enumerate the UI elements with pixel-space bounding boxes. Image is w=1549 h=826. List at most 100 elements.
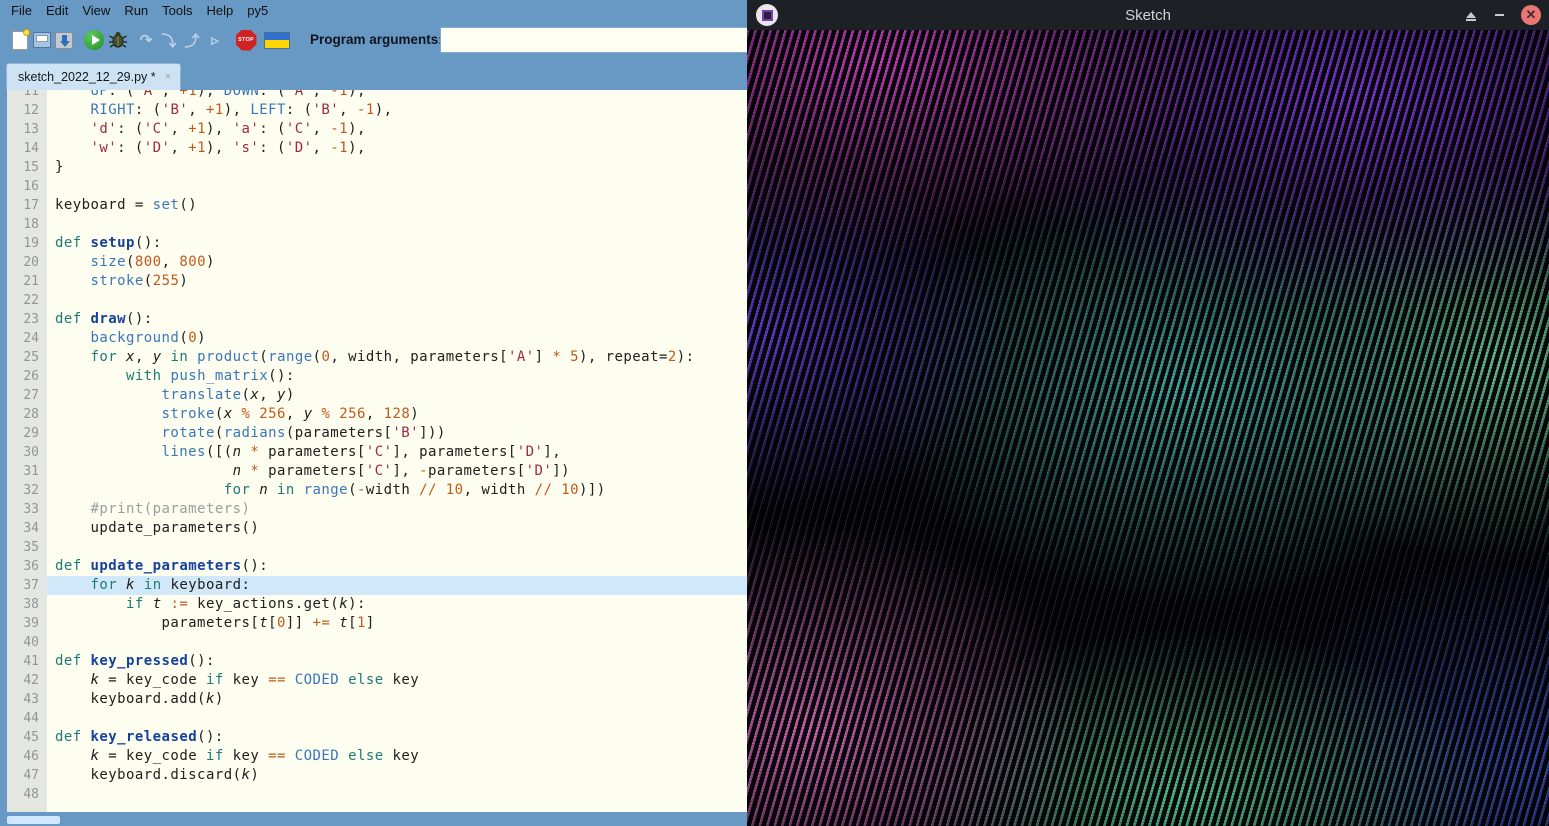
- code-line-12[interactable]: 12 RIGHT: ('B', +1), LEFT: ('B', -1),: [7, 101, 747, 120]
- code-line-text: background(0): [90, 330, 206, 346]
- code-line-29[interactable]: 29 rotate(radians(parameters['B'])): [7, 424, 747, 443]
- line-number: 17: [23, 198, 39, 213]
- line-number: 31: [23, 464, 39, 479]
- code-line-text: #print(parameters): [90, 501, 251, 517]
- sketch-canvas[interactable]: [747, 30, 1549, 826]
- minimize-button[interactable]: [1489, 5, 1509, 25]
- code-line-text: stroke(x % 256, y % 256, 128): [161, 406, 420, 422]
- code-line-24[interactable]: 24 background(0): [7, 329, 747, 348]
- line-number: 30: [23, 445, 39, 460]
- code-line-17[interactable]: 17 keyboard = set(): [7, 196, 747, 215]
- horizontal-scrollbar-thumb[interactable]: [7, 816, 60, 824]
- menu-run[interactable]: Run: [117, 1, 155, 20]
- step-into-button[interactable]: ⤵: [157, 28, 181, 52]
- line-number: 22: [23, 293, 39, 308]
- menu-edit[interactable]: Edit: [39, 1, 75, 20]
- code-line-14[interactable]: 14 'w': ('D', +1), 's': ('D', -1),: [7, 139, 747, 158]
- code-line-25[interactable]: 25 for x, y in product(range(0, width, p…: [7, 348, 747, 367]
- code-line-34[interactable]: 34 update_parameters(): [7, 519, 747, 538]
- code-line-26[interactable]: 26 with push_matrix():: [7, 367, 747, 386]
- code-line-39[interactable]: 39 parameters[t[0]] += t[1]: [7, 614, 747, 633]
- roll-up-button[interactable]: [1461, 5, 1481, 25]
- code-line-45[interactable]: 45 def key_released():: [7, 728, 747, 747]
- code-line-20[interactable]: 20 size(800, 800): [7, 253, 747, 272]
- code-line-text: k = key_code if key == CODED else key: [90, 748, 420, 764]
- code-line-19[interactable]: 19 def setup():: [7, 234, 747, 253]
- line-number: 44: [23, 711, 39, 726]
- line-number: 36: [23, 559, 39, 574]
- code-line-22[interactable]: 22: [7, 291, 747, 310]
- code-line-21[interactable]: 21 stroke(255): [7, 272, 747, 291]
- code-line-23[interactable]: 23 def draw():: [7, 310, 747, 329]
- line-number: 35: [23, 540, 39, 555]
- debug-button[interactable]: [106, 28, 130, 52]
- code-line-15[interactable]: 15}: [7, 158, 747, 177]
- code-line-text: parameters[t[0]] += t[1]: [55, 615, 375, 631]
- code-line-text: rotate(radians(parameters['B'])): [161, 425, 446, 441]
- code-line-40[interactable]: 40: [7, 633, 747, 652]
- code-line-text: [47, 291, 747, 310]
- code-line-text: [47, 538, 747, 557]
- code-line-44[interactable]: 44: [7, 709, 747, 728]
- run-icon: [84, 30, 104, 50]
- code-line-text: }: [55, 159, 64, 175]
- line-number: 39: [23, 616, 39, 631]
- code-line-37[interactable]: 37 for k in keyboard:: [7, 576, 747, 595]
- code-line-16[interactable]: 16: [7, 177, 747, 196]
- code-line-35[interactable]: 35: [7, 538, 747, 557]
- minimize-icon: [1494, 14, 1504, 16]
- line-number: 42: [23, 673, 39, 688]
- code-line-text: 'w': ('D', +1), 's': ('D', -1),: [90, 140, 366, 156]
- resume-button[interactable]: ▹: [203, 28, 227, 52]
- stop-button[interactable]: STOP: [234, 28, 258, 52]
- line-number: 43: [23, 692, 39, 707]
- tab-sketch-file[interactable]: sketch_2022_12_29.py * ×: [6, 63, 182, 90]
- line-number: 23: [23, 312, 39, 327]
- code-line-text: n * parameters['C'], -parameters['D']): [232, 463, 571, 479]
- new-file-button[interactable]: [8, 28, 32, 52]
- close-button[interactable]: ✕: [1521, 5, 1541, 25]
- code-line-text: if t := key_actions.get(k):: [126, 596, 366, 612]
- code-line-text: 'd': ('C', +1), 'a': ('C', -1),: [90, 121, 366, 137]
- code-line-41[interactable]: 41 def key_pressed():: [7, 652, 747, 671]
- code-line-43[interactable]: 43 keyboard.add(k): [7, 690, 747, 709]
- step-over-button[interactable]: ↷: [134, 28, 158, 52]
- code-line-text: keyboard.add(k): [55, 691, 224, 707]
- menu-view[interactable]: View: [75, 1, 117, 20]
- menubar: File Edit View Run Tools Help py5: [0, 0, 747, 21]
- code-line-32[interactable]: 32 for n in range(-width // 10, width //…: [7, 481, 747, 500]
- code-line-47[interactable]: 47 keyboard.discard(k): [7, 766, 747, 785]
- tab-label: sketch_2022_12_29.py *: [18, 70, 156, 84]
- sketch-titlebar[interactable]: Sketch ✕: [747, 0, 1549, 30]
- code-line-38[interactable]: 38 if t := key_actions.get(k):: [7, 595, 747, 614]
- code-line-28[interactable]: 28 stroke(x % 256, y % 256, 128): [7, 405, 747, 424]
- code-line-13[interactable]: 13 'd': ('C', +1), 'a': ('C', -1),: [7, 120, 747, 139]
- horizontal-scrollbar[interactable]: [0, 812, 747, 826]
- line-number: 41: [23, 654, 39, 669]
- sketch-window-title: Sketch: [1125, 6, 1171, 24]
- menu-tools[interactable]: Tools: [155, 1, 199, 20]
- code-line-31[interactable]: 31 n * parameters['C'], -parameters['D']…: [7, 462, 747, 481]
- tab-close-icon[interactable]: ×: [165, 71, 171, 83]
- line-number: 24: [23, 331, 39, 346]
- open-file-button[interactable]: [30, 28, 54, 52]
- code-line-18[interactable]: 18: [7, 215, 747, 234]
- code-line-46[interactable]: 46 k = key_code if key == CODED else key: [7, 747, 747, 766]
- menu-help[interactable]: Help: [200, 1, 241, 20]
- code-line-42[interactable]: 42 k = key_code if key == CODED else key: [7, 671, 747, 690]
- line-number: 37: [23, 578, 39, 593]
- menu-file[interactable]: File: [4, 1, 39, 20]
- code-editor[interactable]: 11 UP: ('A', +1), DOWN: ('A', -1), 12 RIG…: [7, 90, 747, 812]
- menu-py5[interactable]: py5: [240, 1, 275, 20]
- step-out-button[interactable]: ⤴: [180, 28, 204, 52]
- ukraine-flag-button[interactable]: [262, 28, 292, 52]
- code-line-30[interactable]: 30 lines([(n * parameters['C'], paramete…: [7, 443, 747, 462]
- code-line-11[interactable]: 11 UP: ('A', +1), DOWN: ('A', -1),: [7, 90, 747, 101]
- run-button[interactable]: [82, 28, 106, 52]
- code-line-33[interactable]: 33 #print(parameters): [7, 500, 747, 519]
- code-line-48[interactable]: 48: [7, 785, 747, 804]
- code-line-27[interactable]: 27 translate(x, y): [7, 386, 747, 405]
- code-line-36[interactable]: 36 def update_parameters():: [7, 557, 747, 576]
- save-file-button[interactable]: [52, 28, 76, 52]
- step-out-icon: ⤴: [184, 32, 200, 50]
